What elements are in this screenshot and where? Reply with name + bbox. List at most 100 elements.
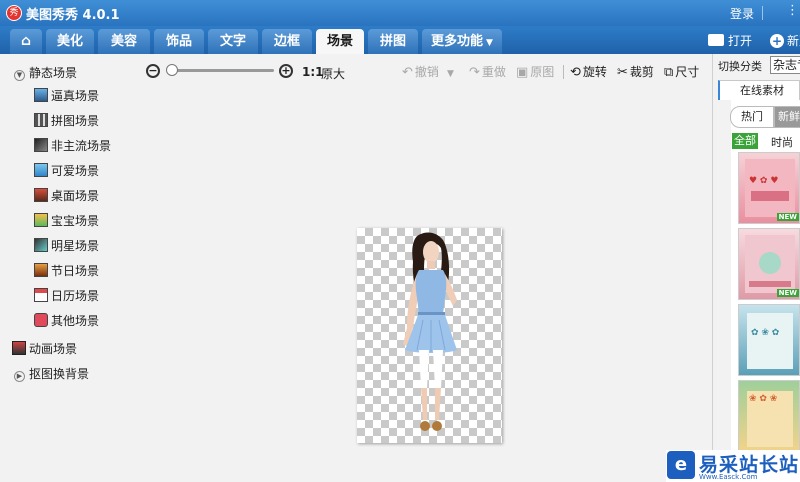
- sidebar-item-baby[interactable]: 宝宝场景: [34, 213, 99, 229]
- new-badge: NEW: [776, 213, 799, 221]
- watermark-url: Www.Easck.Com: [699, 473, 758, 481]
- zoom-slider-handle[interactable]: [166, 64, 178, 76]
- static-scene-label: 静态场景: [29, 66, 78, 80]
- cutout-background-group[interactable]: ▶ 抠图换背景: [14, 365, 89, 382]
- sidebar-item-label: 桌面场景: [51, 189, 100, 203]
- tab-text[interactable]: 文字: [208, 29, 258, 54]
- menu-icon[interactable]: ⋮: [786, 3, 799, 18]
- tab-more-features[interactable]: 更多功能 ▼: [422, 29, 502, 54]
- festival-scene-icon: [34, 263, 48, 277]
- svg-text:♥ ✿ ♥: ♥ ✿ ♥: [749, 176, 778, 186]
- undo-dropdown[interactable]: ▼: [447, 64, 454, 80]
- sidebar-item-celebrity[interactable]: 明星场景: [34, 238, 99, 254]
- tab-more-features-label: 更多功能: [431, 34, 484, 49]
- expand-arrow-icon: ▶: [14, 371, 25, 382]
- toolbar-divider: [563, 65, 564, 79]
- zoom-in-icon[interactable]: +: [279, 64, 293, 78]
- new-button[interactable]: +新建: [770, 32, 800, 49]
- image-canvas[interactable]: [357, 228, 502, 443]
- filter-all[interactable]: 全部: [732, 133, 758, 149]
- non-mainstream-scene-icon: [34, 138, 48, 152]
- plus-icon: +: [770, 34, 784, 48]
- undo-icon: ↶: [402, 65, 413, 80]
- chevron-down-icon: ▼: [447, 69, 454, 79]
- tab-frame[interactable]: 边框: [262, 29, 312, 54]
- undo-button[interactable]: ↶ 撤销: [402, 64, 439, 80]
- title-bar: 秀 美图秀秀 4.0.1 登录 ⋮: [0, 0, 800, 26]
- new-label: 新建: [787, 34, 800, 48]
- undo-label: 撤销: [414, 65, 439, 79]
- category-switch-label: 切换分类: [718, 60, 762, 73]
- sidebar-item-festival[interactable]: 节日场景: [34, 263, 99, 279]
- material-thumbnail[interactable]: ❀ ✿ ❀: [738, 380, 800, 452]
- login-link[interactable]: 登录: [730, 5, 754, 22]
- redo-button[interactable]: ↷ 重做: [469, 64, 506, 80]
- sidebar-item-realistic[interactable]: 逼真场景: [34, 88, 99, 104]
- original-label: 原图: [530, 65, 555, 79]
- cute-scene-icon: [34, 163, 48, 177]
- chevron-down-icon: ▼: [486, 38, 493, 48]
- new-badge: NEW: [776, 289, 799, 297]
- animated-scene-icon: [12, 341, 26, 355]
- tab-home[interactable]: ⌂: [10, 29, 42, 54]
- site-logo-icon: e: [667, 451, 695, 479]
- tab-hot[interactable]: 热门: [730, 106, 774, 128]
- rotate-label: 旋转: [582, 65, 607, 79]
- realistic-scene-icon: [34, 88, 48, 102]
- animated-scene-label: 动画场景: [29, 342, 78, 356]
- sidebar-item-label: 逼真场景: [51, 89, 100, 103]
- magazine-cover-floral: ❀ ✿ ❀: [747, 391, 793, 447]
- sidebar-item-label: 可爱场景: [51, 164, 100, 178]
- sidebar-item-label: 其他场景: [51, 314, 100, 328]
- zoom-slider[interactable]: [168, 69, 274, 72]
- sidebar-item-desktop[interactable]: 桌面场景: [34, 188, 99, 204]
- crop-button[interactable]: ✂ 裁剪: [617, 64, 654, 80]
- open-button[interactable]: 打开: [708, 32, 752, 49]
- original-size-label[interactable]: 原大: [321, 65, 345, 82]
- category-select[interactable]: 杂志专题: [770, 56, 800, 74]
- rotate-button[interactable]: ⟲ 旋转: [570, 64, 607, 80]
- sidebar-item-calendar[interactable]: 日历场景: [34, 288, 99, 304]
- tab-accessories[interactable]: 饰品: [154, 29, 204, 54]
- rotate-icon: ⟲: [570, 65, 581, 80]
- cutout-photo: [403, 232, 457, 431]
- collapse-arrow-icon: ▼: [14, 70, 25, 81]
- sidebar-item-label: 拼图场景: [51, 114, 100, 128]
- resize-button[interactable]: ⧉ 尺寸: [664, 64, 699, 80]
- cutout-background-label: 抠图换背景: [29, 367, 90, 381]
- calendar-scene-icon: [34, 288, 48, 302]
- tab-collage[interactable]: 拼图: [368, 29, 418, 54]
- tab-new[interactable]: 新鲜: [774, 106, 800, 128]
- tab-beauty[interactable]: 美容: [98, 29, 150, 54]
- open-label: 打开: [728, 34, 753, 48]
- tab-online-material[interactable]: 在线素材: [718, 80, 800, 100]
- animated-scene-group[interactable]: 动画场景: [12, 340, 77, 357]
- material-thumbnail[interactable]: ✿ ❀ ✿: [738, 304, 800, 376]
- sidebar-item-other[interactable]: 其他场景: [34, 313, 99, 329]
- static-scene-group[interactable]: ▼ 静态场景: [14, 64, 77, 81]
- crop-label: 裁剪: [629, 65, 654, 79]
- site-watermark: e 易采站长站 Www.Easck.Com: [666, 450, 800, 482]
- material-thumbnail[interactable]: ♥ ✿ ♥ NEW: [738, 152, 800, 224]
- folder-icon: [708, 34, 724, 46]
- resize-icon: ⧉: [664, 65, 674, 80]
- sidebar-item-label: 非主流场景: [51, 139, 112, 153]
- sidebar-item-label: 宝宝场景: [51, 214, 100, 228]
- original-image-button[interactable]: ▣ 原图: [516, 64, 554, 80]
- baby-scene-icon: [34, 213, 48, 227]
- redo-icon: ↷: [469, 65, 480, 80]
- desktop-scene-icon: [34, 188, 48, 202]
- scissors-icon: ✂: [617, 65, 628, 80]
- material-thumbnail[interactable]: NEW: [738, 228, 800, 300]
- heart-icon: [34, 313, 48, 327]
- title-divider: [762, 6, 763, 20]
- zoom-out-icon[interactable]: −: [146, 64, 160, 78]
- tab-beautify[interactable]: 美化: [46, 29, 94, 54]
- sidebar-item-cute[interactable]: 可爱场景: [34, 163, 99, 179]
- sidebar-item-collage[interactable]: 拼图场景: [34, 113, 99, 129]
- sidebar-item-non-mainstream[interactable]: 非主流场景: [34, 138, 111, 154]
- magazine-cover-teal: ✿ ❀ ✿: [747, 313, 793, 369]
- sidebar-item-label: 明星场景: [51, 239, 100, 253]
- home-icon: ⌂: [20, 33, 32, 49]
- tab-scene[interactable]: 场景: [316, 29, 364, 54]
